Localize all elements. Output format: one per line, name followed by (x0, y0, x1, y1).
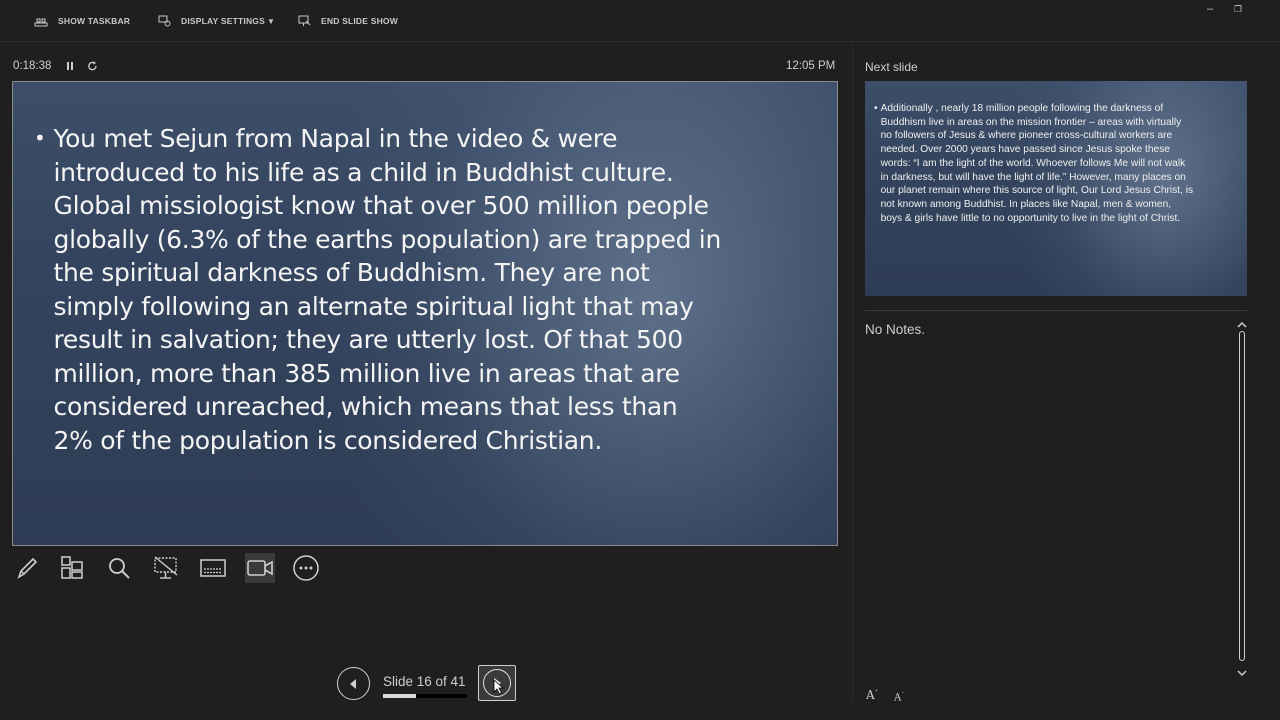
see-all-slides-icon (61, 556, 83, 579)
decrease-arrow-icon: ⁻ (901, 690, 905, 698)
see-all-slides-button[interactable] (57, 553, 87, 583)
increase-font-icon: A (866, 688, 875, 702)
bullet: • (34, 126, 46, 150)
next-slide-preview[interactable]: • Additionally , nearly 18 million peopl… (865, 81, 1247, 296)
dropdown-arrow-icon: ▼ (266, 16, 276, 26)
display-settings-button[interactable]: DISPLAY SETTINGS ▼ (158, 13, 275, 29)
camera-toggle-button[interactable] (245, 553, 275, 583)
current-time: 12:05 PM (786, 60, 836, 72)
scroll-up-icon[interactable] (1237, 321, 1247, 329)
black-screen-button[interactable] (151, 553, 181, 583)
taskbar-icon (34, 18, 48, 27)
black-screen-icon (154, 556, 178, 579)
previous-slide-button[interactable] (337, 667, 370, 700)
next-slide-label: Next slide (865, 60, 918, 74)
arrow-left-icon (349, 678, 356, 689)
mouse-cursor-icon (493, 679, 505, 695)
display-settings-icon (158, 15, 171, 27)
increase-font-button[interactable]: A⁺ (866, 688, 878, 702)
more-options-button[interactable] (291, 553, 321, 583)
minimize-icon[interactable]: – (1207, 3, 1213, 15)
slide-paragraph: You met Sejun from Napal in the video & … (53, 124, 722, 455)
decrease-font-button[interactable]: A⁻ (894, 690, 905, 703)
zoom-button[interactable] (104, 553, 134, 583)
end-show-icon (298, 15, 311, 26)
slide-progress-fill (383, 694, 416, 698)
notes-divider[interactable] (865, 310, 1247, 311)
elapsed-timer: 0:18:38 (13, 60, 52, 72)
restore-icon[interactable]: ❐ (1234, 4, 1242, 15)
show-taskbar-label: SHOW TASKBAR (58, 16, 131, 26)
display-settings-label: DISPLAY SETTINGS (181, 16, 265, 26)
next-slide-body: • Additionally , nearly 18 million peopl… (874, 102, 1194, 225)
slide-counter[interactable]: Slide 16 of 41 (383, 674, 466, 689)
subtitles-button[interactable] (198, 553, 228, 583)
end-slide-show-button[interactable]: END SLIDE SHOW (298, 13, 398, 29)
speaker-notes[interactable]: No Notes. (865, 322, 925, 337)
slide-progress-bar (383, 694, 467, 698)
pause-icon[interactable] (64, 59, 76, 73)
show-taskbar-button[interactable]: SHOW TASKBAR (34, 13, 130, 29)
current-slide[interactable]: • You met Sejun from Napal in the video … (12, 81, 838, 546)
more-options-icon (293, 555, 319, 581)
scroll-down-icon[interactable] (1237, 669, 1247, 677)
increase-arrow-icon: ⁺ (874, 688, 879, 696)
next-slide-paragraph: Additionally , nearly 18 million people … (880, 103, 1194, 224)
pen-tool-button[interactable] (12, 553, 42, 583)
camera-icon (247, 560, 273, 576)
zoom-icon (109, 558, 130, 579)
slide-body: • You met Sejun from Napal in the video … (34, 122, 724, 457)
pen-icon (17, 557, 38, 579)
pane-divider[interactable] (852, 42, 853, 702)
restart-timer-icon[interactable] (86, 59, 99, 73)
end-slide-show-label: END SLIDE SHOW (321, 16, 398, 26)
presenter-toolbar: SHOW TASKBAR DISPLAY SETTINGS ▼ END SLID… (0, 0, 1280, 42)
notes-scrollbar[interactable] (1236, 321, 1248, 679)
bullet: • (874, 103, 878, 114)
scroll-thumb[interactable] (1239, 331, 1245, 661)
subtitles-icon (200, 559, 226, 577)
